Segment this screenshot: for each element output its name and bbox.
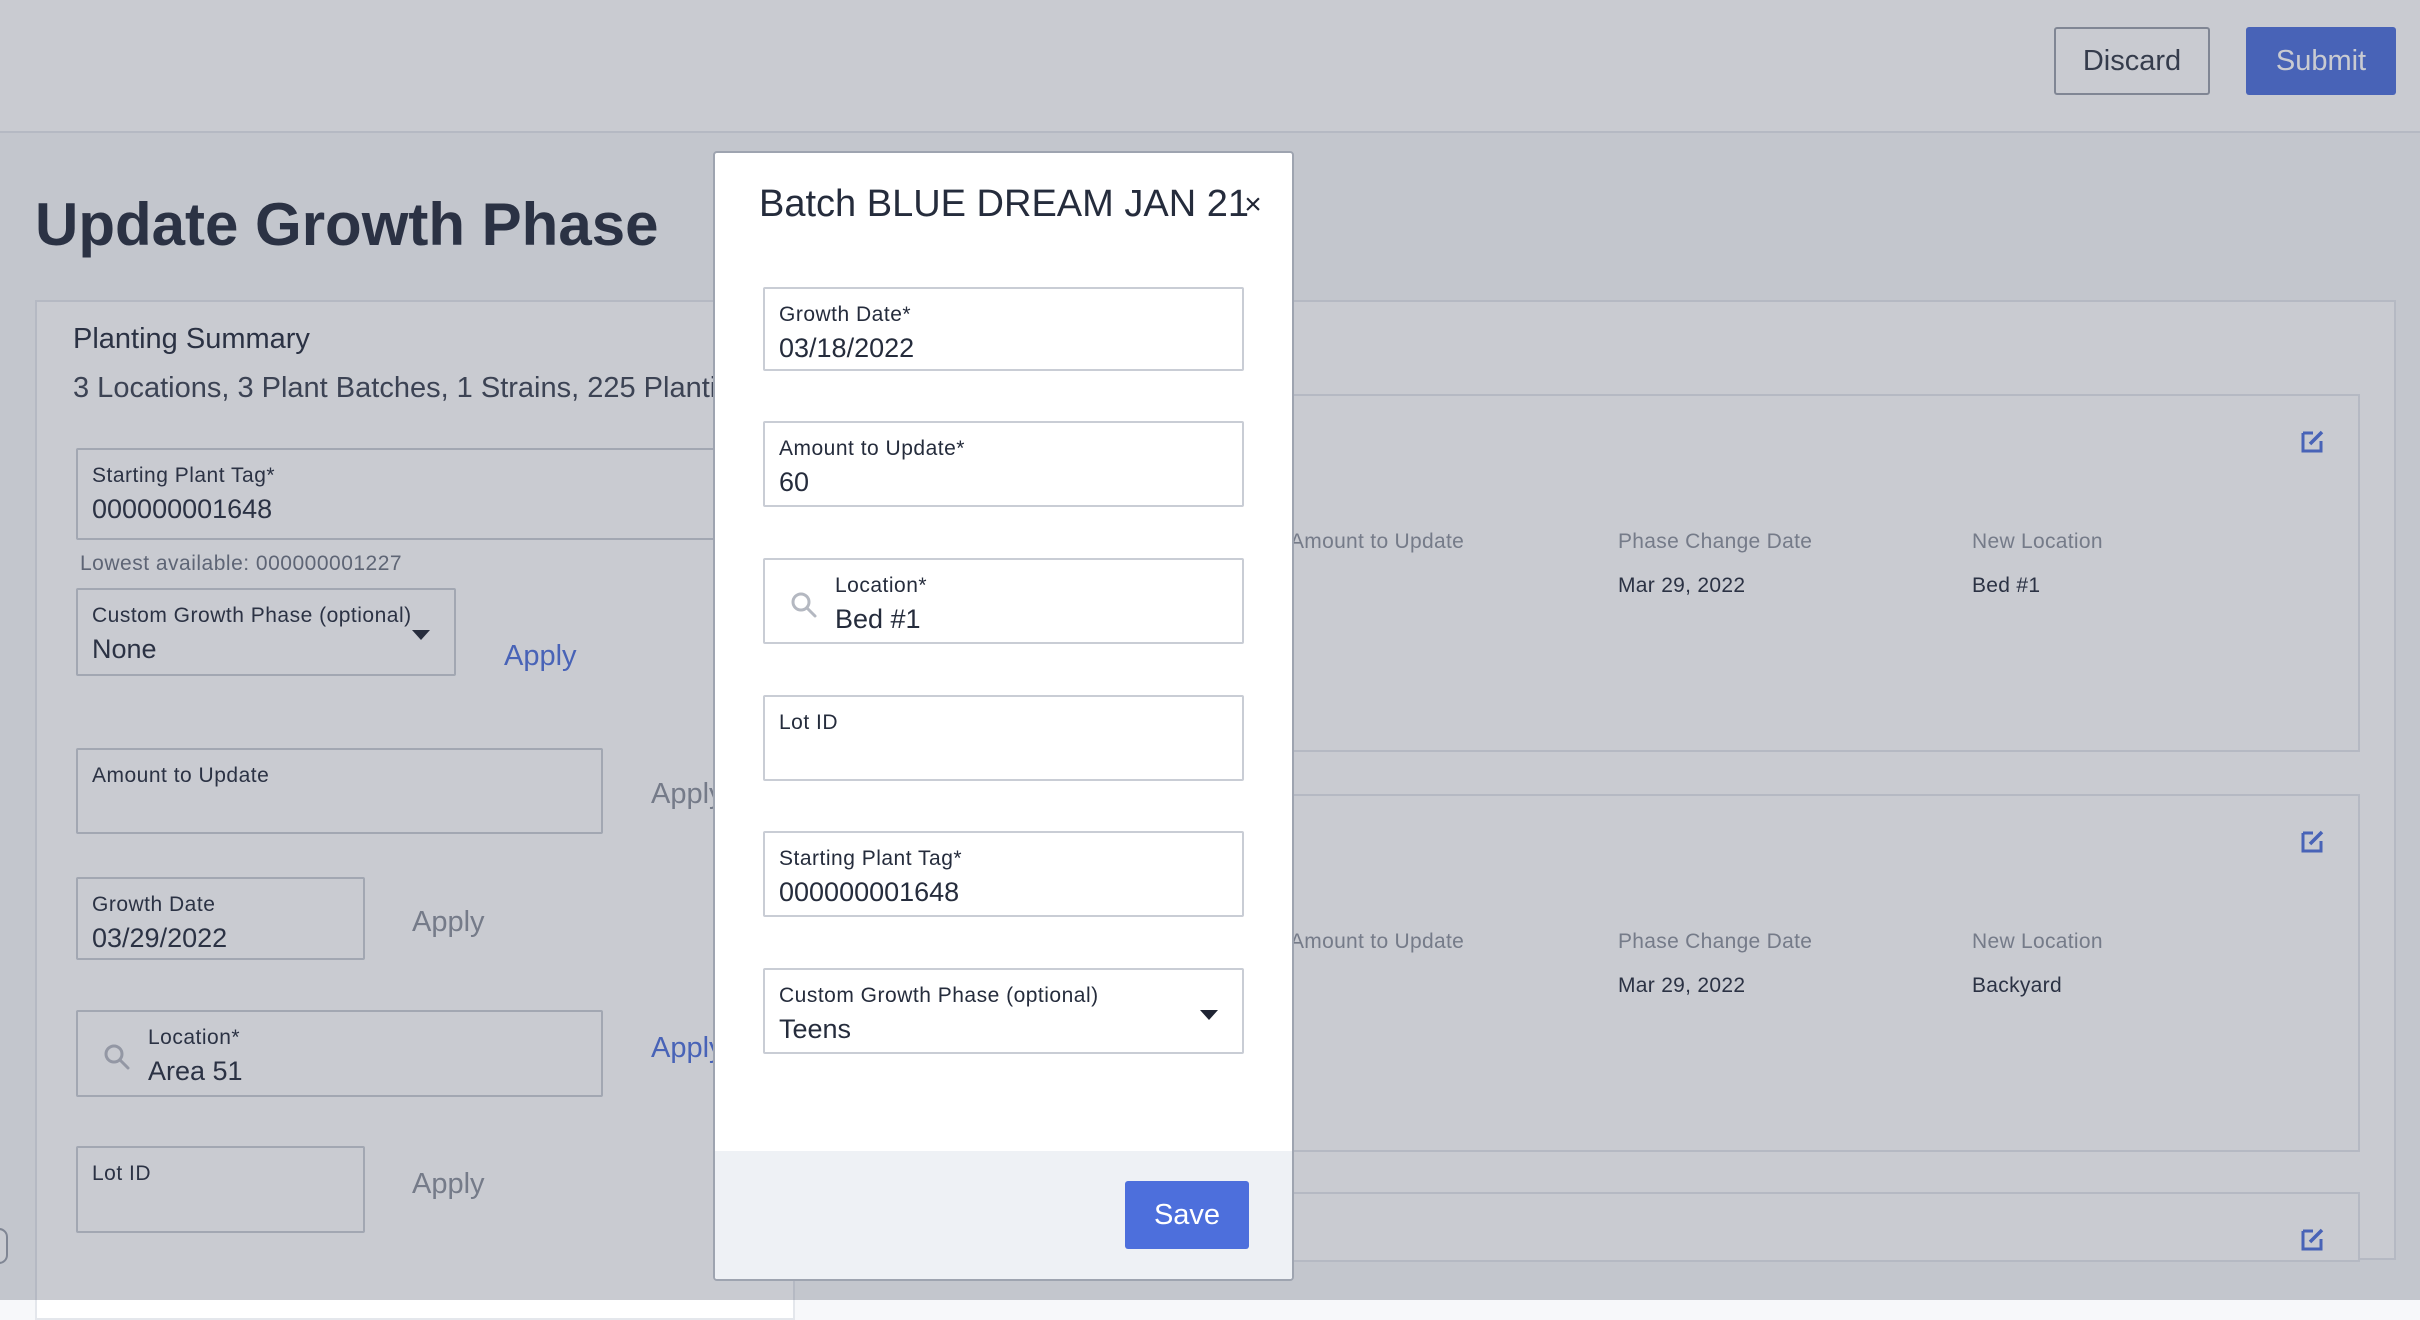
caret-down-icon xyxy=(1200,1010,1218,1020)
modal-growth-date-field[interactable]: Growth Date* 03/18/2022 xyxy=(763,287,1244,371)
modal-custom-phase-select[interactable]: Custom Growth Phase (optional) Teens xyxy=(763,968,1244,1054)
field-value: 03/18/2022 xyxy=(779,333,915,363)
modal-starting-tag-field[interactable]: Starting Plant Tag* 000000001648 xyxy=(763,831,1244,917)
page: Discard Submit Update Growth Phase Plant… xyxy=(0,0,2420,1320)
modal-amount-field[interactable]: Amount to Update* 60 xyxy=(763,421,1244,507)
field-value: 60 xyxy=(779,467,810,497)
field-label: Growth Date* xyxy=(779,303,912,326)
search-icon xyxy=(791,592,817,618)
modal-footer: Save xyxy=(715,1151,1292,1279)
field-value: 000000001648 xyxy=(779,877,960,907)
field-label: Lot ID xyxy=(779,711,839,734)
field-label: Starting Plant Tag* xyxy=(779,847,963,870)
modal-lot-id-field[interactable]: Lot ID xyxy=(763,695,1244,781)
field-label: Amount to Update* xyxy=(779,437,965,460)
save-button[interactable]: Save xyxy=(1125,1181,1249,1249)
modal-title: Batch BLUE DREAM JAN 21 xyxy=(759,183,1249,225)
close-icon[interactable]: × xyxy=(1235,187,1271,223)
field-label: Custom Growth Phase (optional) xyxy=(779,984,1099,1007)
field-value: Teens xyxy=(779,1014,852,1044)
field-label: Location* xyxy=(835,574,928,597)
batch-modal: Batch BLUE DREAM JAN 21 × Growth Date* 0… xyxy=(713,151,1294,1281)
modal-location-field[interactable]: Location* Bed #1 xyxy=(763,558,1244,644)
field-value: Bed #1 xyxy=(835,604,921,634)
